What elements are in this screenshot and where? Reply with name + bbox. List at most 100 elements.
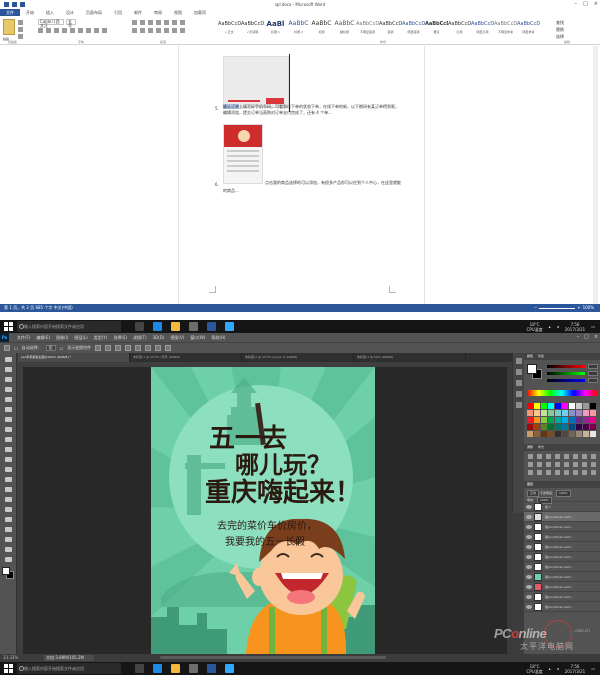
volume-icon[interactable]: ◂ [557, 666, 559, 671]
layer-row[interactable]: 组(xx.jhmao.com) [524, 582, 600, 592]
distribute-icon[interactable] [155, 345, 162, 351]
decrease-indent-icon[interactable] [156, 20, 161, 25]
adjustment-icon[interactable] [582, 454, 587, 459]
format-painter-icon[interactable] [18, 34, 23, 39]
document-page[interactable]: 5. 确认订单上填写好手机号码，可看到以下单的状态下单，在线下单的新，以下期间有… [178, 46, 425, 304]
layer-row[interactable]: 组(xx.jhmao.com) [524, 532, 600, 542]
color-swatch[interactable] [555, 424, 561, 430]
color-swatch[interactable] [534, 417, 540, 423]
adjustment-icon[interactable] [528, 470, 533, 475]
color-swatch[interactable] [534, 410, 540, 416]
photoshop-app-icon[interactable] [225, 664, 234, 673]
color-swatch[interactable] [555, 403, 561, 409]
adjustment-icon[interactable] [564, 454, 569, 459]
tab-view[interactable]: 视图 [168, 9, 188, 16]
font-size-select[interactable]: 五号 [66, 19, 76, 28]
ps-zoom-level[interactable]: 33.33% [3, 654, 18, 662]
adjustment-icon[interactable] [555, 454, 560, 459]
opacity-input[interactable]: 100% [555, 490, 571, 497]
style-quote[interactable]: AaBbCcDd 引用 [448, 18, 471, 40]
layer-row[interactable]: 组(xx.jhmao.com) [524, 542, 600, 552]
tab-file[interactable]: 文件 [0, 9, 20, 16]
taskbar-clock[interactable]: 7:56 2017/3/21 [565, 664, 586, 674]
document-canvas[interactable]: 5. 确认订单上填写好手机号码，可看到以下单的状态下单，在线下单的新，以下期间有… [0, 46, 600, 304]
align-left-icon[interactable] [125, 345, 132, 351]
align-center-icon[interactable] [140, 28, 145, 33]
cut-icon[interactable] [18, 20, 23, 25]
select-button[interactable]: 选择 [556, 33, 564, 40]
color-swatch[interactable] [583, 431, 589, 437]
word-app-icon[interactable] [207, 322, 216, 331]
color-swatch[interactable] [534, 403, 540, 409]
edge-icon[interactable] [153, 664, 162, 673]
red-slider[interactable] [547, 365, 585, 368]
color-swatch[interactable] [541, 403, 547, 409]
ps-doc-info[interactable]: 文档:3.89M/105.2M [44, 655, 94, 661]
minimize-icon[interactable]: – [575, 1, 578, 7]
color-swatch[interactable] [569, 410, 575, 416]
zoom-slider[interactable] [539, 307, 576, 309]
blue-slider[interactable] [547, 379, 585, 382]
store-icon[interactable] [189, 322, 198, 331]
tab-review[interactable]: 审阅 [148, 9, 168, 16]
color-swatch[interactable] [590, 424, 596, 430]
extra-tool-icon[interactable] [4, 556, 13, 563]
paste-icon[interactable] [3, 19, 15, 35]
color-swatch[interactable] [569, 431, 575, 437]
eyedropper-tool-icon[interactable] [4, 406, 13, 413]
tab-design[interactable]: 设计 [60, 9, 80, 16]
underline-icon[interactable] [54, 28, 59, 33]
color-swatch[interactable] [548, 410, 554, 416]
zoom-level[interactable]: 100% [583, 304, 594, 312]
color-swatch[interactable] [583, 424, 589, 430]
color-swatch[interactable] [562, 417, 568, 423]
italic-icon[interactable] [46, 28, 51, 33]
color-swatch[interactable] [562, 424, 568, 430]
tab-layout[interactable]: 页面布局 [80, 9, 108, 16]
color-swatch[interactable] [541, 431, 547, 437]
doc-tab-4[interactable]: 未标题-3 @ 50% (RGB/8) [354, 353, 466, 362]
style-subtitle[interactable]: AaBbC 副标题 [333, 18, 356, 40]
temperature-widget[interactable]: 18°C CPU温度 [527, 322, 543, 332]
photoshop-app-icon[interactable] [225, 322, 234, 331]
color-swatch[interactable] [576, 410, 582, 416]
color-swatch[interactable] [562, 410, 568, 416]
windows-start-icon[interactable] [4, 664, 13, 673]
dodge-tool-icon[interactable] [4, 486, 13, 493]
menu-layer[interactable]: 图层(L) [71, 335, 90, 341]
style-heading2[interactable]: AaBbC 标题 2 [287, 18, 310, 40]
color-swatch[interactable] [576, 424, 582, 430]
align-top-icon[interactable] [95, 345, 102, 351]
color-swatch[interactable] [534, 424, 540, 430]
color-swatch[interactable] [590, 417, 596, 423]
task-view-icon[interactable] [135, 322, 144, 331]
quick-select-tool-icon[interactable] [4, 386, 13, 393]
history-brush-tool-icon[interactable] [4, 446, 13, 453]
menu-select[interactable]: 选择(S) [110, 335, 130, 341]
color-swatch[interactable] [576, 417, 582, 423]
color-swatch[interactable] [569, 403, 575, 409]
zoom-tool-icon[interactable] [4, 546, 13, 553]
doc-tab-2[interactable]: 未标题-1 @ 33.3% (背景, RGB/8) [130, 353, 242, 362]
align-right-icon[interactable] [148, 28, 153, 33]
menu-image[interactable]: 图像(I) [53, 335, 71, 341]
eye-icon[interactable] [526, 544, 532, 549]
style-subtle-reference[interactable]: AaBbCcDd 不明显参考 [494, 18, 517, 40]
volume-icon[interactable]: ◂ [557, 324, 559, 329]
temperature-widget[interactable]: 18°C CPU温度 [527, 664, 543, 674]
color-swatch[interactable] [590, 431, 596, 437]
eye-icon[interactable] [526, 524, 532, 529]
poster-canvas[interactable]: 五一去 哪儿玩？ 重庆嗨起来！ 去完的菜价车价房价， 我要我的五一长假 [151, 367, 375, 654]
adjustment-icon[interactable] [528, 454, 533, 459]
move-tool-icon[interactable] [4, 356, 13, 363]
align-bottom-icon[interactable] [115, 345, 122, 351]
taskbar-search-input[interactable]: 输入搜索内容开始搜索文件或应用 [17, 321, 121, 332]
tab-references[interactable]: 引用 [108, 9, 128, 16]
tab-styles[interactable]: 样式 [538, 444, 544, 451]
adjustment-icon[interactable] [582, 470, 587, 475]
eye-icon[interactable] [526, 534, 532, 539]
zoom-out-icon[interactable]: − [534, 304, 537, 312]
auto-select-mode[interactable]: 组 [45, 345, 56, 351]
adjustment-icon[interactable] [537, 454, 542, 459]
blend-mode-select[interactable]: 正常 [527, 490, 540, 497]
